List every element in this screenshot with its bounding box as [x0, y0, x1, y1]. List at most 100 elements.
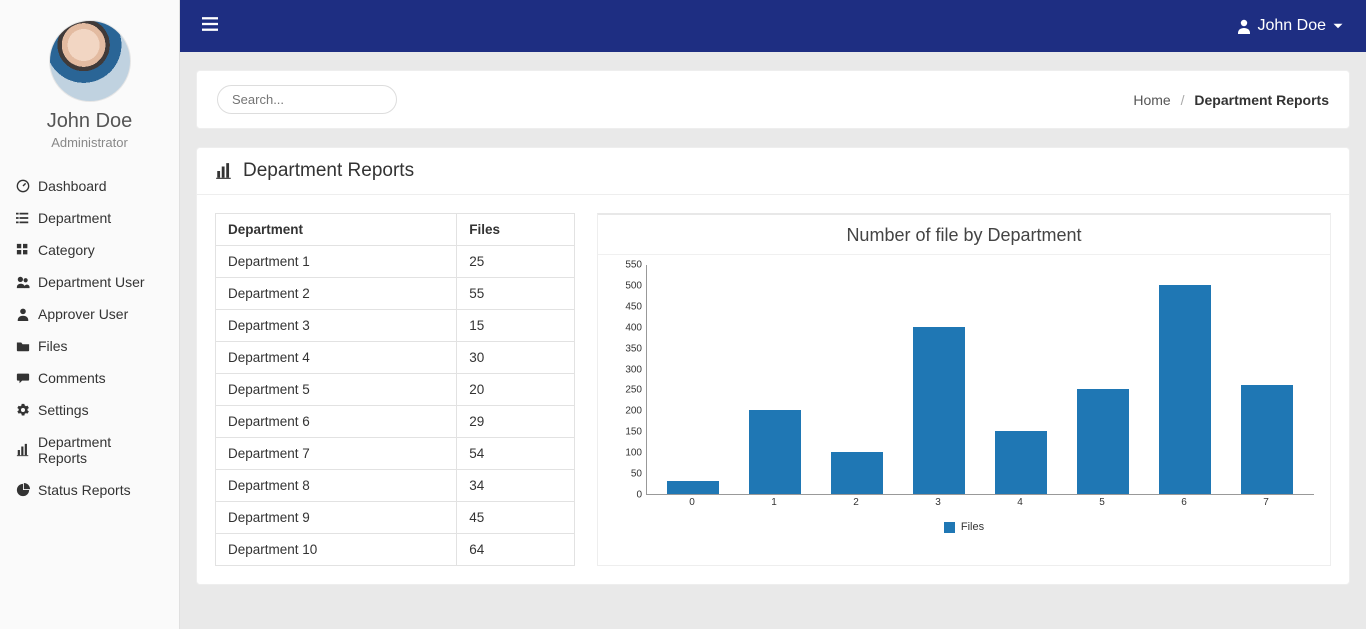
- chart-x-tick: 7: [1240, 497, 1292, 515]
- table-row: Department 430: [216, 342, 575, 374]
- sidebar-item-status-reports[interactable]: Status Reports: [0, 474, 179, 506]
- cell-department: Department 7: [216, 438, 457, 470]
- table-header: Files: [457, 214, 575, 246]
- topbar-user-menu[interactable]: John Doe: [1236, 17, 1345, 35]
- folder-icon: [16, 339, 30, 353]
- cell-files: 45: [457, 502, 575, 534]
- list-icon: [16, 211, 30, 225]
- sidebar-item-label: Dashboard: [38, 178, 107, 194]
- sidebar-item-label: Settings: [38, 402, 89, 418]
- bar-chart-icon: [215, 162, 233, 180]
- bar-chart-icon: [16, 443, 30, 457]
- table-row: Department 754: [216, 438, 575, 470]
- chart-y-tick: 450: [616, 301, 642, 312]
- chart-y-tick: 250: [616, 385, 642, 396]
- table-row: Department 125: [216, 246, 575, 278]
- menu-toggle-button[interactable]: [202, 16, 218, 37]
- sidebar-nav: Dashboard Department Category Department Us…: [0, 170, 179, 506]
- chart-x-tick: 3: [912, 497, 964, 515]
- cell-files: 20: [457, 374, 575, 406]
- dashboard-icon: [16, 179, 30, 193]
- user-icon: [1236, 18, 1252, 34]
- sidebar-item-label: Comments: [38, 370, 106, 386]
- table-row: Department 629: [216, 406, 575, 438]
- chart-y-tick: 300: [616, 364, 642, 375]
- chart-bar: [913, 327, 965, 494]
- topbar-user-name: John Doe: [1258, 17, 1327, 35]
- table-row: Department 1064: [216, 534, 575, 566]
- chart-x-axis: 01234567: [646, 497, 1314, 515]
- user-icon: [16, 307, 30, 321]
- table-header: Department: [216, 214, 457, 246]
- sidebar-item-approver-user[interactable]: Approver User: [0, 298, 179, 330]
- sidebar-user-role: Administrator: [0, 135, 179, 150]
- chart-bar: [1077, 389, 1129, 494]
- chart-card: Number of file by Department 01234567 05…: [597, 213, 1331, 566]
- cell-files: 34: [457, 470, 575, 502]
- sidebar-item-category[interactable]: Category: [0, 234, 179, 266]
- chart-plot-area: [646, 265, 1314, 495]
- cell-files: 30: [457, 342, 575, 374]
- sidebar-user-name: John Doe: [0, 110, 179, 133]
- sidebar-item-label: Category: [38, 242, 95, 258]
- legend-swatch-icon: [944, 522, 955, 533]
- chart-y-tick: 500: [616, 280, 642, 291]
- chart-bar: [1159, 285, 1211, 494]
- chart-x-tick: 0: [666, 497, 718, 515]
- grid-icon: [16, 243, 30, 257]
- legend-label: Files: [961, 521, 984, 533]
- table-row: Department 945: [216, 502, 575, 534]
- cell-department: Department 1: [216, 246, 457, 278]
- department-table: DepartmentFiles Department 125Department…: [215, 213, 575, 566]
- sidebar-item-department-user[interactable]: Department User: [0, 266, 179, 298]
- breadcrumb-current: Department Reports: [1194, 92, 1329, 108]
- sidebar-item-dashboard[interactable]: Dashboard: [0, 170, 179, 202]
- sidebar: John Doe Administrator Dashboard Departme…: [0, 0, 180, 629]
- sidebar-item-label: Department: [38, 210, 111, 226]
- chart-x-tick: 2: [830, 497, 882, 515]
- toolbar: Home / Department Reports: [196, 70, 1350, 129]
- users-icon: [16, 275, 30, 289]
- chart-y-tick: 400: [616, 322, 642, 333]
- sidebar-item-settings[interactable]: Settings: [0, 394, 179, 426]
- sidebar-item-comments[interactable]: Comments: [0, 362, 179, 394]
- cell-department: Department 9: [216, 502, 457, 534]
- chart-bar: [831, 452, 883, 494]
- breadcrumb: Home / Department Reports: [1133, 92, 1329, 108]
- chart-x-tick: 4: [994, 497, 1046, 515]
- comment-icon: [16, 371, 30, 385]
- breadcrumb-separator-icon: /: [1181, 92, 1185, 108]
- chart-y-tick: 200: [616, 406, 642, 417]
- avatar: [49, 20, 131, 102]
- cell-department: Department 8: [216, 470, 457, 502]
- panel-header: Department Reports: [197, 148, 1349, 195]
- chart-y-tick: 50: [616, 469, 642, 480]
- cell-files: 25: [457, 246, 575, 278]
- breadcrumb-home-link[interactable]: Home: [1133, 92, 1170, 108]
- search-input[interactable]: [232, 92, 408, 107]
- chart-legend: Files: [614, 521, 1314, 533]
- main-area: John Doe Home / Department Reports Depar…: [180, 0, 1366, 629]
- chart-y-tick: 550: [616, 260, 642, 271]
- pie-chart-icon: [16, 483, 30, 497]
- cell-department: Department 4: [216, 342, 457, 374]
- panel-department-reports: Department Reports DepartmentFiles Depar…: [196, 147, 1350, 585]
- sidebar-item-files[interactable]: Files: [0, 330, 179, 362]
- sidebar-item-department-reports[interactable]: Department Reports: [0, 426, 179, 474]
- sidebar-item-label: Files: [38, 338, 68, 354]
- cell-files: 54: [457, 438, 575, 470]
- sidebar-item-department[interactable]: Department: [0, 202, 179, 234]
- chart-y-tick: 0: [616, 490, 642, 501]
- bars-icon: [202, 16, 218, 32]
- table-row: Department 520: [216, 374, 575, 406]
- sidebar-item-label: Department User: [38, 274, 145, 290]
- chart-bar: [1241, 385, 1293, 494]
- table-row: Department 315: [216, 310, 575, 342]
- search-box[interactable]: [217, 85, 397, 114]
- panel-title: Department Reports: [243, 160, 414, 182]
- chart-bar: [749, 410, 801, 494]
- cell-department: Department 2: [216, 278, 457, 310]
- table-row: Department 255: [216, 278, 575, 310]
- cell-department: Department 6: [216, 406, 457, 438]
- cell-department: Department 5: [216, 374, 457, 406]
